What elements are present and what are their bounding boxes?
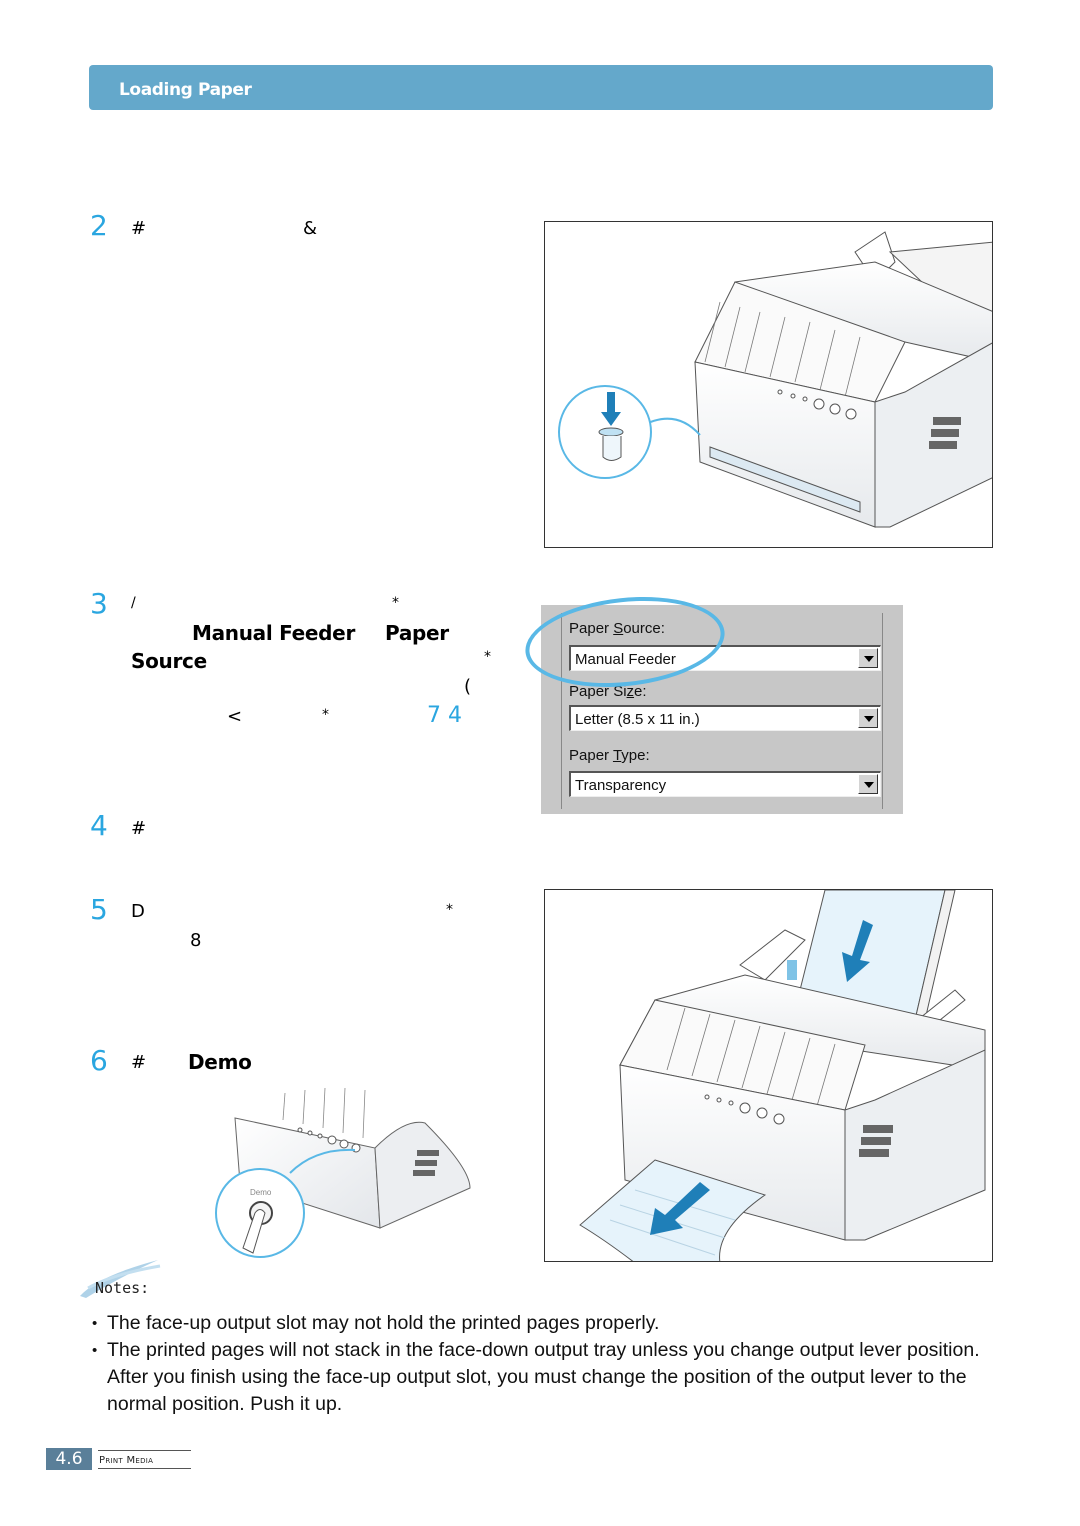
bullet-icon: •	[92, 1342, 98, 1359]
step-3-glyph: *	[392, 595, 399, 611]
bold-term-demo: Demo	[188, 1050, 252, 1074]
step-5-glyph: D	[131, 901, 145, 922]
step-number-2: 2	[90, 209, 108, 242]
step-3-glyph: <	[227, 706, 243, 727]
bullet-icon: •	[92, 1315, 98, 1332]
bold-term-manual-feeder: Manual Feeder	[192, 621, 356, 645]
step-4-glyph: #	[131, 818, 147, 839]
step-number-6: 6	[90, 1044, 108, 1077]
note-item: • The printed pages will not stack in th…	[92, 1339, 980, 1415]
section-header-band: Loading Paper	[89, 65, 993, 110]
step-3-glyph: *	[322, 707, 329, 723]
step-3-glyph: /	[131, 595, 136, 611]
note-item: • The face-up output slot may not hold t…	[92, 1310, 982, 1337]
paper-size-value: Letter (8.5 x 11 in.)	[575, 711, 700, 728]
printer-illustration	[558, 231, 992, 528]
paper-type-label: Paper Type:	[569, 747, 650, 764]
dropdown-arrow-icon[interactable]	[858, 648, 878, 668]
demo-button-caption: Demo	[250, 1188, 272, 1197]
step-6-glyph: #	[131, 1052, 147, 1073]
figure-demo-button: Demo	[205, 1078, 475, 1263]
bold-term-paper: Paper	[385, 621, 449, 645]
notes-label: Notes:	[95, 1279, 150, 1297]
paper-type-select[interactable]: Transparency	[569, 771, 881, 797]
figure-paper-feed	[544, 889, 993, 1262]
page-reference-link[interactable]: 7 4	[427, 705, 462, 727]
dropdown-arrow-icon[interactable]	[858, 708, 878, 728]
step-number-3: 3	[90, 587, 108, 620]
bold-term-source: Source	[131, 649, 207, 673]
page-number-badge: 4.6	[46, 1448, 92, 1470]
step-3-glyph: *	[484, 649, 491, 665]
paper-type-value: Transparency	[575, 777, 667, 794]
step-2-glyph: &	[303, 218, 318, 239]
section-title: Loading Paper	[119, 80, 252, 100]
step-number-4: 4	[90, 809, 108, 842]
step-2-glyph: #	[131, 218, 147, 239]
step-5-glyph: *	[446, 902, 453, 918]
step-number-5: 5	[90, 893, 108, 926]
paper-feed-illustration	[579, 890, 986, 1261]
section-name: Print Media	[98, 1450, 191, 1469]
demo-button-illustration: Demo	[215, 1087, 471, 1258]
step-5-glyph: 8	[190, 930, 202, 951]
dropdown-arrow-icon[interactable]	[858, 774, 878, 794]
paper-size-select[interactable]: Letter (8.5 x 11 in.)	[569, 705, 881, 731]
step-3-glyph: (	[464, 676, 472, 697]
figure-manual-feed-lever	[544, 221, 993, 548]
